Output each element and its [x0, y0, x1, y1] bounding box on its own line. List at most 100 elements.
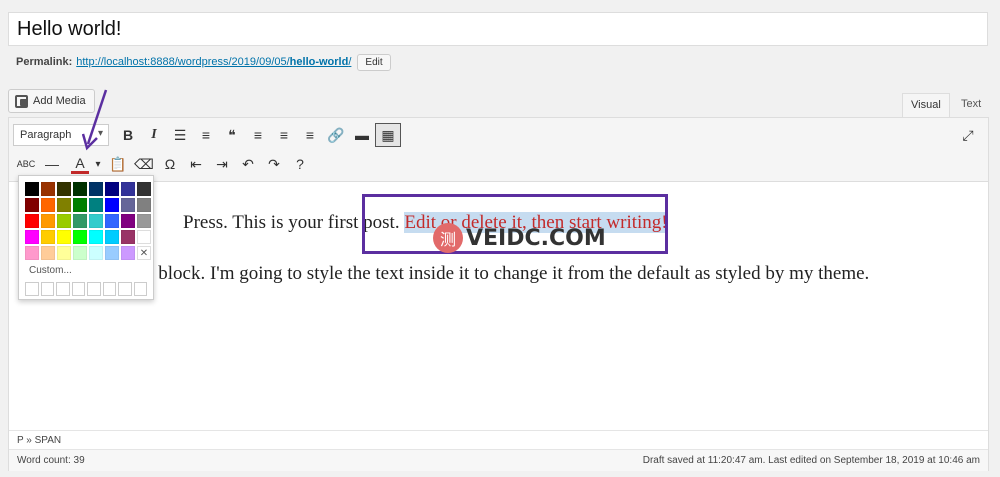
read-more-icon[interactable]: ▬	[349, 123, 375, 147]
draft-status: Draft saved at 11:20:47 am. Last edited …	[642, 455, 980, 466]
strikethrough-icon[interactable]: ABC	[13, 152, 39, 176]
color-swatch[interactable]	[41, 182, 55, 196]
editor-statusbar: P » SPAN Word count: 39 Draft saved at 1…	[9, 430, 988, 471]
custom-color-slot[interactable]	[40, 282, 54, 296]
post-title-input[interactable]: Hello world!	[8, 12, 988, 46]
custom-color-slot[interactable]	[118, 282, 132, 296]
color-swatch[interactable]	[25, 182, 39, 196]
text-color-dropdown-icon[interactable]: ▾	[91, 152, 105, 176]
color-swatch[interactable]	[105, 214, 119, 228]
bold-icon[interactable]: B	[115, 123, 141, 147]
color-swatch[interactable]	[137, 198, 151, 212]
custom-color-slot[interactable]	[87, 282, 101, 296]
redo-icon[interactable]: ↷	[261, 152, 287, 176]
increase-indent-icon[interactable]: ⇥	[209, 152, 235, 176]
color-swatch[interactable]	[73, 182, 87, 196]
custom-color-slot[interactable]	[56, 282, 70, 296]
color-swatch[interactable]	[41, 214, 55, 228]
custom-color-slot[interactable]	[71, 282, 85, 296]
editor-content[interactable]: Press. This is your first post. Edit or …	[9, 182, 988, 432]
color-swatch[interactable]	[137, 214, 151, 228]
align-center-icon[interactable]: ≡	[271, 123, 297, 147]
paste-as-text-icon[interactable]: 📋	[105, 152, 131, 176]
color-swatch[interactable]	[41, 230, 55, 244]
custom-color-button[interactable]: Custom...	[29, 265, 147, 276]
color-swatch[interactable]	[89, 214, 103, 228]
element-path: P » SPAN	[17, 435, 62, 446]
undo-icon[interactable]: ↶	[235, 152, 261, 176]
special-character-icon[interactable]: Ω	[157, 152, 183, 176]
fullscreen-icon[interactable]: ⤢	[956, 124, 980, 146]
help-icon[interactable]: ?	[287, 152, 313, 176]
color-swatch[interactable]	[73, 230, 87, 244]
edit-permalink-button[interactable]: Edit	[357, 53, 391, 71]
color-swatch[interactable]	[121, 214, 135, 228]
color-swatch[interactable]	[57, 214, 71, 228]
watermark: 测 VEIDC.COM	[433, 223, 606, 253]
tab-visual[interactable]: Visual	[902, 93, 950, 117]
post-status-bar: Word count: 39 Draft saved at 11:20:47 a…	[9, 449, 988, 471]
color-swatch[interactable]	[57, 246, 71, 260]
color-swatch-blank[interactable]	[137, 230, 151, 244]
permalink-link[interactable]: http://localhost:8888/wordpress/2019/09/…	[76, 56, 351, 68]
color-swatch[interactable]	[89, 230, 103, 244]
color-swatch[interactable]	[105, 246, 119, 260]
color-swatch[interactable]	[73, 198, 87, 212]
color-swatch[interactable]	[121, 182, 135, 196]
toolbar-toggle-icon[interactable]: ▦	[375, 123, 401, 147]
text-color-icon[interactable]: A	[71, 154, 89, 174]
decrease-indent-icon[interactable]: ⇤	[183, 152, 209, 176]
align-left-icon[interactable]: ≡	[245, 123, 271, 147]
add-media-label: Add Media	[33, 95, 86, 107]
color-swatch[interactable]	[73, 246, 87, 260]
color-swatch[interactable]	[73, 214, 87, 228]
color-swatch[interactable]	[57, 182, 71, 196]
align-right-icon[interactable]: ≡	[297, 123, 323, 147]
remove-color-icon[interactable]: ✕	[137, 246, 151, 260]
numbered-list-icon[interactable]: ≡	[193, 123, 219, 147]
custom-color-slot[interactable]	[133, 282, 147, 296]
annotation-arrow-icon	[82, 89, 108, 151]
color-swatch[interactable]	[89, 198, 103, 212]
watermark-text: VEIDC.COM	[466, 225, 606, 251]
editor-toolbar: Paragraph BI☰≡❝≡≡≡🔗▬▦ ABC— A▾📋⌫Ω⇤⇥↶↷? ⤢	[9, 118, 988, 182]
color-swatch[interactable]	[41, 198, 55, 212]
permalink-bar: Permalink: http://localhost:8888/wordpre…	[16, 52, 391, 72]
bulleted-list-icon[interactable]: ☰	[167, 123, 193, 147]
horizontal-line-icon[interactable]: —	[39, 152, 65, 176]
watermark-logo: 测	[433, 223, 463, 253]
color-swatch[interactable]	[121, 198, 135, 212]
custom-color-slot[interactable]	[25, 282, 39, 296]
link-icon[interactable]: 🔗	[323, 123, 349, 147]
italic-icon[interactable]: I	[141, 123, 167, 147]
color-swatch[interactable]	[105, 182, 119, 196]
color-swatch[interactable]	[105, 230, 119, 244]
word-count: Word count: 39	[17, 455, 85, 466]
color-swatch[interactable]	[25, 198, 39, 212]
color-swatch[interactable]	[25, 246, 39, 260]
paragraph-2: n block. I'm going to style the text ins…	[144, 263, 870, 284]
custom-color-slots	[25, 282, 147, 296]
text-color-picker: ✕ Custom...	[18, 175, 154, 300]
toolbar-row-2: ABC — A ▾ 📋 ⌫ Ω ⇤ ⇥ ↶ ↷?	[13, 150, 313, 178]
color-swatch[interactable]	[89, 246, 103, 260]
color-swatch[interactable]	[25, 230, 39, 244]
color-swatch[interactable]	[57, 230, 71, 244]
custom-color-slot[interactable]	[102, 282, 116, 296]
clear-formatting-icon[interactable]: ⌫	[131, 152, 157, 176]
media-icon	[15, 95, 29, 108]
blockquote-icon[interactable]: ❝	[219, 123, 245, 147]
color-swatch[interactable]	[121, 246, 135, 260]
tab-text[interactable]: Text	[953, 93, 989, 117]
color-swatch-grid: ✕	[25, 182, 151, 260]
color-swatch[interactable]	[57, 198, 71, 212]
color-swatch[interactable]	[41, 246, 55, 260]
color-swatch[interactable]	[105, 198, 119, 212]
editor: Paragraph BI☰≡❝≡≡≡🔗▬▦ ABC— A▾📋⌫Ω⇤⇥↶↷? ⤢ P…	[8, 117, 989, 471]
toolbar-row-1: Paragraph BI☰≡❝≡≡≡🔗▬▦	[13, 121, 401, 149]
color-swatch[interactable]	[89, 182, 103, 196]
color-swatch[interactable]	[137, 182, 151, 196]
permalink-label: Permalink:	[16, 56, 73, 68]
color-swatch[interactable]	[121, 230, 135, 244]
color-swatch[interactable]	[25, 214, 39, 228]
